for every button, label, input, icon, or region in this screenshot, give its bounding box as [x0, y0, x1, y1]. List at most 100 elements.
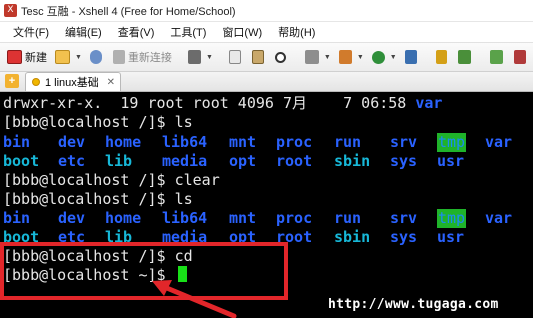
- directory-entry: mnt: [229, 209, 257, 227]
- globe-button[interactable]: ▼: [369, 46, 400, 68]
- directory-entry: etc: [58, 152, 86, 170]
- terminal-line-text: drwxr-xr-x. 19 root root 4096 7月 7 06:58: [3, 94, 416, 112]
- chevron-down-icon: ▼: [205, 53, 213, 61]
- toolbar: 新建 ▼ 重新连接 ▼ ▼ ▼ ▼: [0, 42, 533, 72]
- session-status-icon: [32, 78, 40, 86]
- globe-icon: [371, 50, 385, 64]
- chevron-down-icon: ▼: [356, 53, 364, 61]
- tab-label: 1 linux基础: [45, 77, 99, 89]
- directory-entry: var: [415, 94, 443, 112]
- menu-window[interactable]: 窗口(W): [213, 24, 269, 40]
- directory-entry: proc: [276, 209, 313, 227]
- directory-entry: var: [485, 209, 513, 227]
- find-button[interactable]: [272, 46, 292, 68]
- directory-entry: home: [105, 133, 142, 151]
- new-session-button[interactable]: 新建: [4, 46, 50, 68]
- tile-icon: [489, 50, 503, 64]
- chevron-down-icon: ▼: [323, 53, 331, 61]
- directory-entry: run: [334, 209, 362, 227]
- directory-entry: bin: [3, 133, 31, 151]
- chevron-down-icon: ▼: [389, 53, 397, 61]
- transfer-button[interactable]: ▼: [336, 46, 367, 68]
- copy-icon: [228, 50, 241, 64]
- directory-entry: lib64: [162, 133, 208, 151]
- menu-file[interactable]: 文件(F): [4, 24, 56, 40]
- script-icon: [457, 50, 471, 64]
- directory-entry: sys: [390, 228, 418, 246]
- lock-button[interactable]: [433, 46, 453, 68]
- directory-entry: run: [334, 133, 362, 151]
- directory-entry: var: [485, 133, 513, 151]
- ls-output-row: boot etc lib media opt root sbin sys usr: [0, 152, 533, 171]
- open-folder-button[interactable]: ▼: [52, 46, 85, 68]
- window-title: Tesc 互融 - Xshell 4 (Free for Home/School…: [21, 5, 236, 18]
- menu-view[interactable]: 查看(V): [109, 24, 162, 40]
- directory-entry: sys: [390, 152, 418, 170]
- terminal-prompt: [bbb@localhost ~]$: [3, 266, 175, 284]
- tab-session-1[interactable]: 1 linux基础 ✕: [25, 72, 121, 91]
- terminal-line: [bbb@localhost /]$ ls: [3, 190, 193, 208]
- layout-button[interactable]: ▼: [185, 46, 216, 68]
- print-icon: [304, 50, 319, 64]
- menu-edit[interactable]: 编辑(E): [56, 24, 109, 40]
- search-icon: [274, 51, 286, 63]
- symlink-entry: sbin: [334, 152, 371, 170]
- sticky-directory-entry: tmp: [437, 209, 467, 228]
- reconnect-icon: [112, 50, 125, 64]
- symlink-entry: lib: [105, 152, 133, 170]
- directory-entry: opt: [229, 152, 257, 170]
- new-session-label: 新建: [25, 52, 47, 64]
- title-bar: X Tesc 互融 - Xshell 4 (Free for Home/Scho…: [0, 0, 533, 22]
- ls-output-row: bin dev home lib64 mnt proc run srv tmp …: [0, 133, 533, 152]
- xshell-app-icon: X: [4, 4, 17, 17]
- directory-entry: usr: [437, 152, 465, 170]
- directory-entry: home: [105, 209, 142, 227]
- ls-output-row: bin dev home lib64 mnt proc run srv tmp …: [0, 209, 533, 228]
- directory-entry: media: [162, 152, 208, 170]
- symlink-entry: boot: [3, 152, 40, 170]
- highlight-icon: [513, 50, 526, 64]
- menu-tools[interactable]: 工具(T): [161, 24, 213, 40]
- tile-button[interactable]: [487, 46, 509, 68]
- menu-help[interactable]: 帮助(H): [269, 24, 322, 40]
- directory-entry: srv: [390, 133, 418, 151]
- directory-entry: mnt: [229, 133, 257, 151]
- new-session-icon: [7, 50, 22, 64]
- menu-bar: 文件(F) 编辑(E) 查看(V) 工具(T) 窗口(W) 帮助(H): [0, 22, 533, 42]
- properties-button[interactable]: [87, 46, 108, 68]
- terminal-line: drwxr-xr-x. 19 root root 4096 7月 7 06:58…: [3, 94, 442, 113]
- terminal-line: [bbb@localhost /]$ ls: [3, 113, 193, 131]
- directory-entry: usr: [437, 228, 465, 246]
- copy-button[interactable]: [226, 46, 247, 68]
- compose-icon: [404, 50, 417, 64]
- properties-icon: [89, 50, 102, 64]
- watermark-text: http://www.tugaga.com: [328, 297, 499, 312]
- annotation-arrow-icon: [152, 280, 237, 318]
- directory-entry: lib64: [162, 209, 208, 227]
- highlight-button[interactable]: [511, 46, 532, 68]
- compose-button[interactable]: [402, 46, 423, 68]
- directory-entry: srv: [390, 209, 418, 227]
- transfer-icon: [338, 50, 352, 64]
- paste-icon: [251, 50, 264, 64]
- directory-entry: dev: [58, 209, 86, 227]
- reconnect-label: 重新连接: [127, 52, 172, 64]
- directory-entry: root: [276, 152, 313, 170]
- script-button[interactable]: [455, 46, 477, 68]
- chevron-down-icon: ▼: [75, 53, 82, 61]
- close-icon[interactable]: ✕: [107, 77, 115, 88]
- paste-button[interactable]: [249, 46, 270, 68]
- folder-icon: [55, 50, 70, 64]
- terminal-line: [bbb@localhost /]$ cd: [3, 247, 193, 265]
- lock-icon: [435, 50, 447, 64]
- terminal-output[interactable]: drwxr-xr-x. 19 root root 4096 7月 7 06:58…: [0, 92, 533, 318]
- reconnect-button[interactable]: 重新连接: [110, 46, 175, 68]
- directory-entry: proc: [276, 133, 313, 151]
- directory-entry: bin: [3, 209, 31, 227]
- layout-icon: [187, 50, 201, 64]
- add-tab-icon[interactable]: +: [5, 74, 19, 88]
- symlink-entry: sbin: [334, 228, 371, 246]
- directory-entry: dev: [58, 133, 86, 151]
- print-button[interactable]: ▼: [302, 46, 334, 68]
- sticky-directory-entry: tmp: [437, 133, 467, 152]
